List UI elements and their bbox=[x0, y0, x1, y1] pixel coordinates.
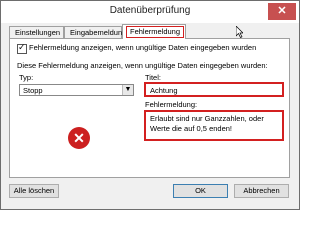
typ-select[interactable]: Stopp ▼ bbox=[19, 84, 134, 96]
close-icon[interactable]: ✕ bbox=[268, 3, 296, 20]
tab-einstellungen[interactable]: Einstellungen bbox=[9, 26, 64, 38]
typ-select-value: Stopp bbox=[23, 86, 43, 95]
tab-label: Eingabemeldung bbox=[70, 28, 127, 37]
section-description: Diese Fehlermeldung anzeigen, wenn ungül… bbox=[17, 61, 268, 70]
title-bar: Datenüberprüfung ✕ bbox=[1, 1, 299, 23]
data-validation-dialog: Datenüberprüfung ✕ Einstellungen Eingabe… bbox=[0, 0, 300, 210]
error-stop-icon: ✕ bbox=[68, 127, 90, 149]
chevron-down-icon[interactable]: ▼ bbox=[122, 85, 133, 95]
show-error-checkbox-label[interactable]: Fehlermeldung anzeigen, wenn ungültige D… bbox=[29, 43, 256, 52]
mouse-cursor-icon bbox=[236, 26, 243, 38]
tab-eingabemeldung[interactable]: Eingabemeldung bbox=[64, 26, 126, 38]
titel-input-value: Achtung bbox=[150, 86, 178, 95]
show-error-checkbox[interactable] bbox=[17, 42, 27, 54]
ok-button[interactable]: OK bbox=[173, 184, 228, 198]
titel-input[interactable]: Achtung bbox=[144, 82, 284, 97]
window-title: Datenüberprüfung bbox=[109, 5, 191, 16]
tab-label: Einstellungen bbox=[15, 28, 61, 37]
tab-panel-fehlermeldung: Fehlermeldung anzeigen, wenn ungültige D… bbox=[9, 38, 290, 178]
tab-label: Fehlermeldung bbox=[126, 26, 185, 38]
titel-label: Titel: bbox=[145, 73, 161, 82]
tab-fehlermeldung[interactable]: Fehlermeldung bbox=[122, 24, 186, 39]
typ-label: Typ: bbox=[19, 73, 34, 82]
fehlermeldung-textarea[interactable]: Erlaubt sind nur Ganzzahlen, oder Werte … bbox=[144, 110, 284, 141]
fehlermeldung-label: Fehlermeldung: bbox=[145, 100, 198, 109]
clear-all-button[interactable]: Alle löschen bbox=[9, 184, 59, 198]
cancel-button[interactable]: Abbrechen bbox=[234, 184, 289, 198]
